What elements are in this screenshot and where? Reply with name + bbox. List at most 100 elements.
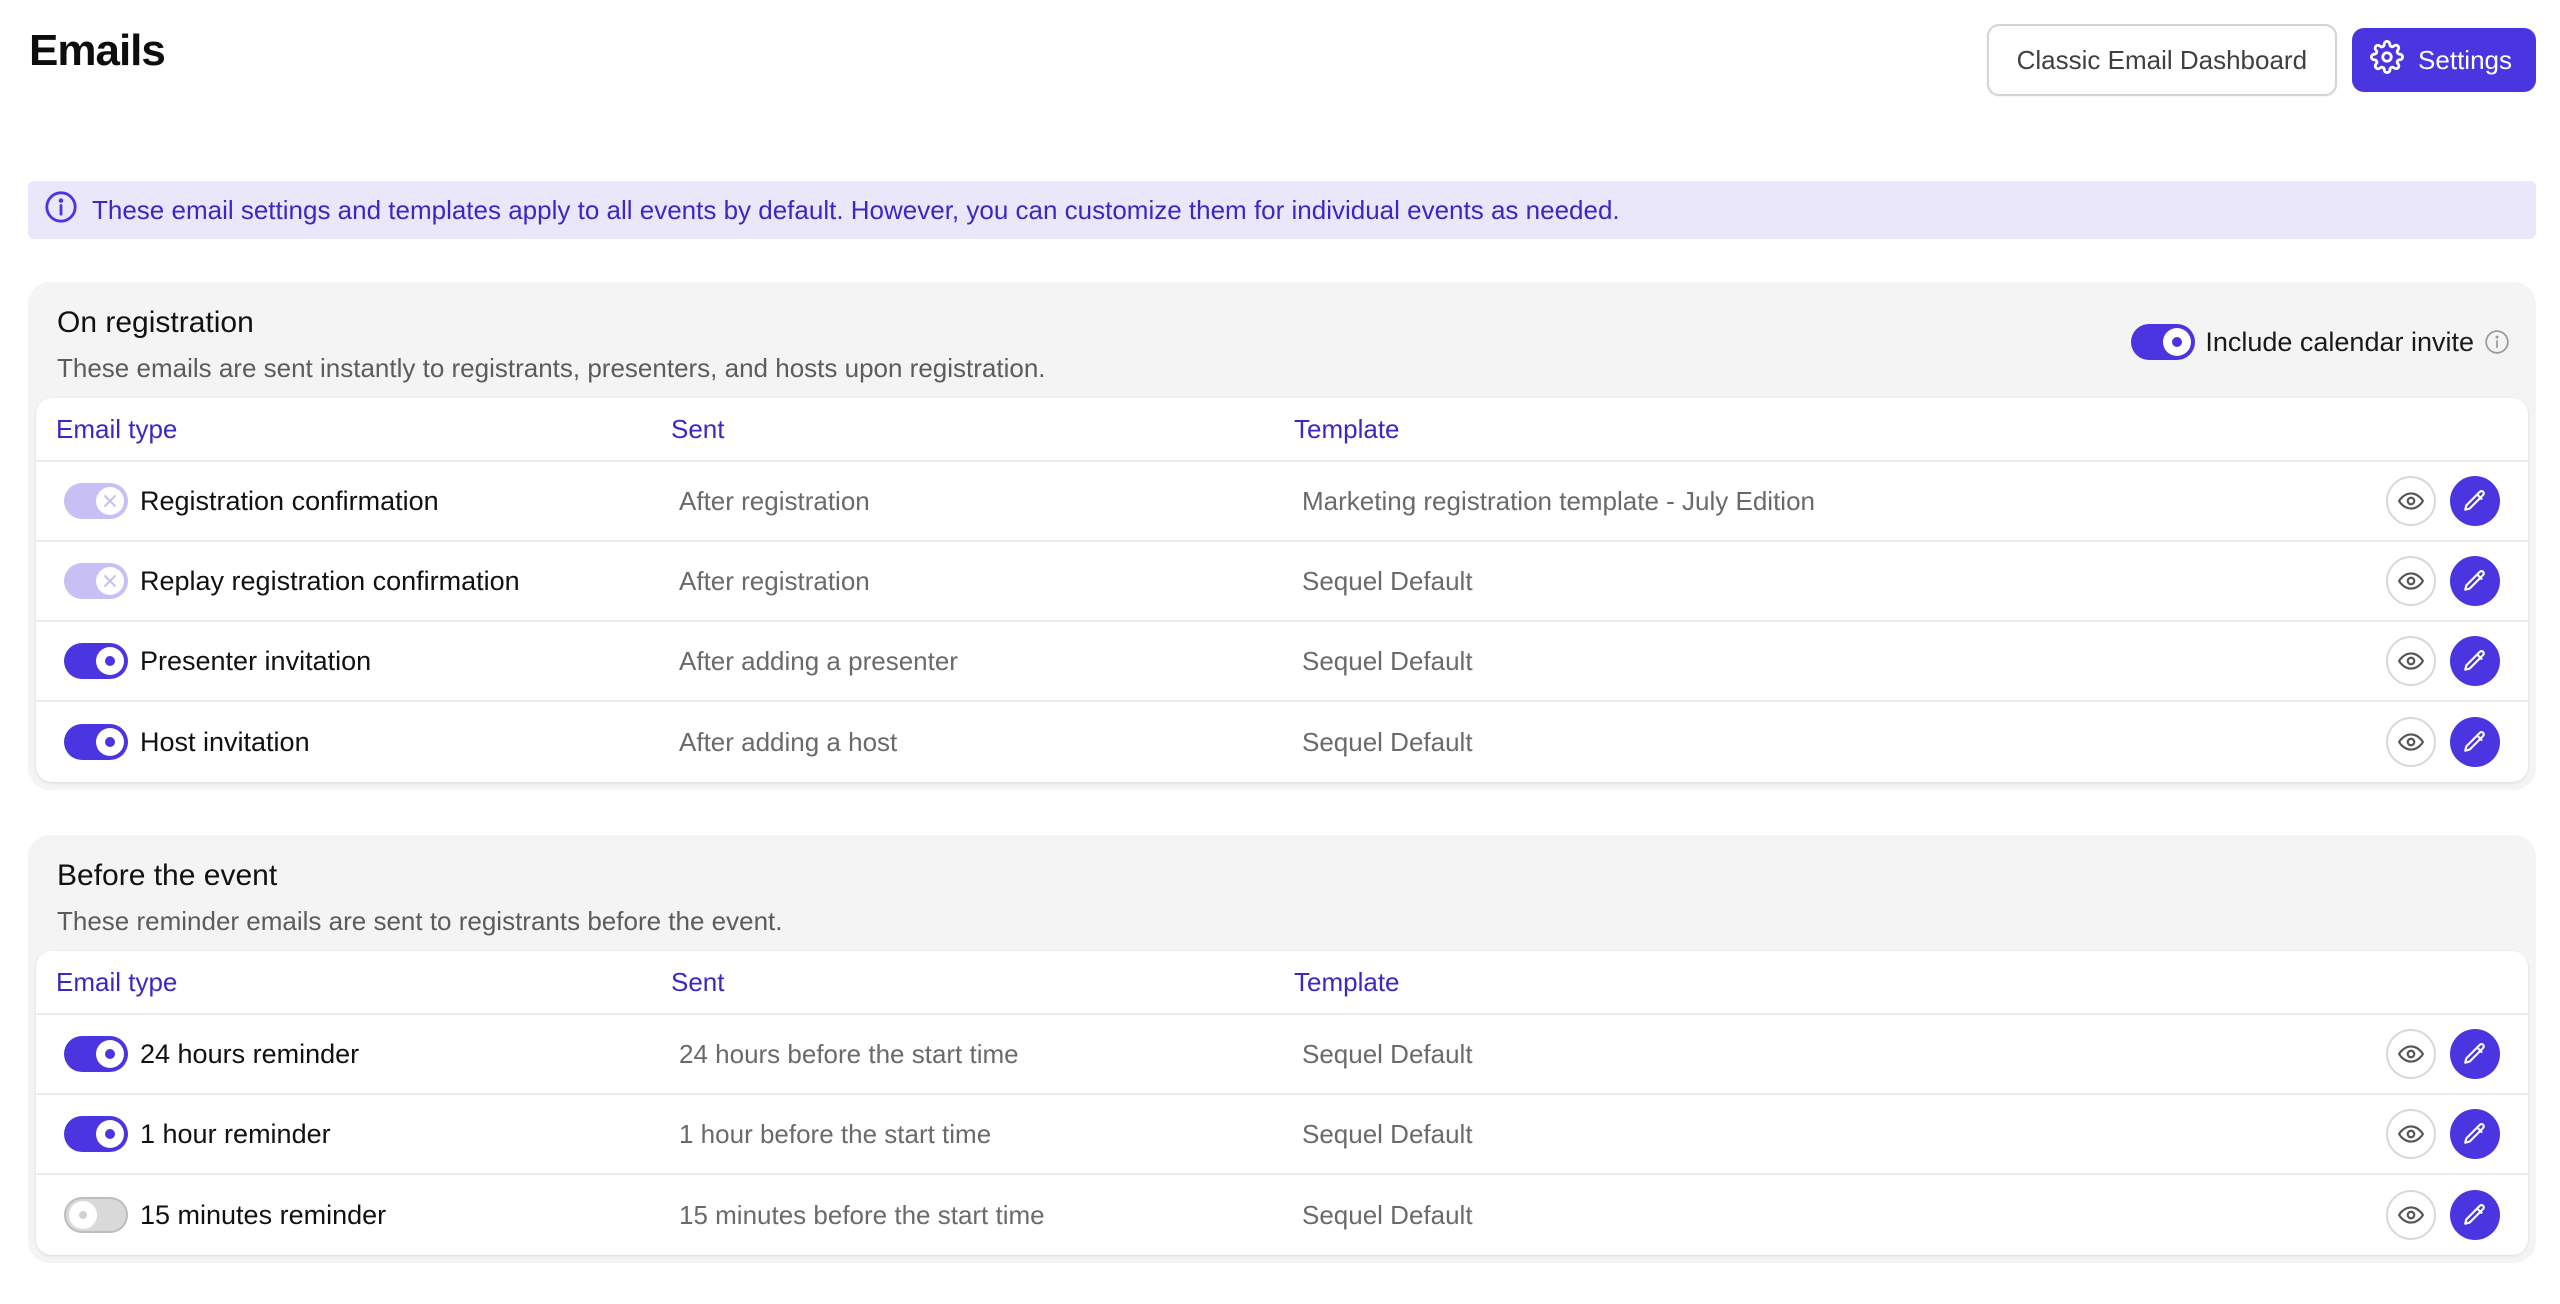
table-row: 1 hour reminder 1 hour before the start t…: [36, 1095, 2528, 1175]
pencil-icon: [2462, 1202, 2488, 1228]
table-row: Registration confirmation After registrat…: [36, 462, 2528, 542]
table-row: 24 hours reminder 24 hours before the sta…: [36, 1015, 2528, 1095]
email-enabled-toggle: [64, 563, 128, 599]
edit-button[interactable]: [2450, 636, 2500, 686]
column-template: Template: [1294, 966, 1400, 997]
section-header: Before the event These reminder emails a…: [28, 835, 2536, 951]
sent-cell: 1 hour before the start time: [679, 1118, 992, 1149]
column-template: Template: [1294, 413, 1400, 444]
template-cell: Marketing registration template - July E…: [1302, 485, 1816, 516]
section-subtitle: These reminder emails are sent to regist…: [57, 906, 783, 936]
row-actions: [2386, 1190, 2500, 1240]
x-icon: [96, 487, 124, 515]
email-type-cell: Host invitation: [64, 724, 310, 760]
email-enabled-toggle[interactable]: [64, 724, 128, 760]
preview-button[interactable]: [2386, 1029, 2436, 1079]
edit-button[interactable]: [2450, 556, 2500, 606]
template-cell: Sequel Default: [1302, 1199, 1473, 1230]
gear-icon: [2370, 39, 2404, 81]
column-sent: Sent: [671, 966, 725, 997]
email-type-cell: Replay registration confirmation: [64, 563, 520, 599]
table-body: Registration confirmation After registrat…: [36, 462, 2528, 782]
email-type-cell: 1 hour reminder: [64, 1116, 331, 1152]
sent-cell: 24 hours before the start time: [679, 1038, 1019, 1069]
pencil-icon: [2462, 729, 2488, 755]
column-email-type: Email type: [56, 966, 178, 997]
info-circle-icon[interactable]: [2484, 329, 2510, 355]
pencil-icon: [2462, 488, 2488, 514]
sent-cell: After registration: [679, 485, 870, 516]
info-banner: These email settings and templates apply…: [28, 181, 2536, 239]
calendar-invite-toggle[interactable]: [2131, 324, 2196, 360]
email-enabled-toggle[interactable]: [64, 1116, 128, 1152]
eye-icon: [2398, 1121, 2424, 1147]
email-type-label: 15 minutes reminder: [140, 1199, 387, 1230]
emails-table: Email type Sent Template 24 hours remind…: [36, 951, 2528, 1255]
template-cell: Sequel Default: [1302, 726, 1473, 757]
pencil-icon: [2462, 568, 2488, 594]
pencil-icon: [2462, 1041, 2488, 1067]
calendar-invite-label: Include calendar invite: [2205, 326, 2474, 357]
email-type-cell: Registration confirmation: [64, 483, 439, 519]
email-type-label: 24 hours reminder: [140, 1038, 360, 1069]
preview-button[interactable]: [2386, 556, 2436, 606]
row-actions: [2386, 636, 2500, 686]
settings-button[interactable]: Settings: [2352, 28, 2536, 92]
email-type-cell: 15 minutes reminder: [64, 1197, 386, 1233]
section-before-event: Before the event These reminder emails a…: [28, 835, 2536, 1263]
header-actions: Classic Email Dashboard Settings: [1986, 24, 2536, 96]
eye-icon: [2398, 1041, 2424, 1067]
email-type-cell: Presenter invitation: [64, 643, 371, 679]
table-row: Host invitation After adding a host Sequel…: [36, 702, 2528, 782]
email-type-label: Presenter invitation: [140, 645, 372, 676]
table-header: Email type Sent Template: [36, 951, 2528, 1015]
email-type-label: Host invitation: [140, 726, 310, 757]
sent-cell: After adding a presenter: [679, 645, 958, 676]
classic-email-dashboard-button[interactable]: Classic Email Dashboard: [1986, 24, 2338, 96]
eye-icon: [2398, 488, 2424, 514]
info-banner-text: These email settings and templates apply…: [92, 194, 1620, 225]
edit-button[interactable]: [2450, 1029, 2500, 1079]
column-sent: Sent: [671, 413, 725, 444]
table-body: 24 hours reminder 24 hours before the sta…: [36, 1015, 2528, 1255]
template-cell: Sequel Default: [1302, 1118, 1473, 1149]
email-type-label: Replay registration confirmation: [140, 565, 520, 596]
info-circle-icon: [44, 190, 78, 231]
email-type-label: 1 hour reminder: [140, 1118, 331, 1149]
row-actions: [2386, 1029, 2500, 1079]
calendar-invite-control: Include calendar invite: [2131, 324, 2510, 360]
template-cell: Sequel Default: [1302, 1038, 1473, 1069]
email-enabled-toggle[interactable]: [64, 643, 128, 679]
section-title: Before the event: [57, 859, 278, 892]
preview-button[interactable]: [2386, 476, 2436, 526]
preview-button[interactable]: [2386, 717, 2436, 767]
edit-button[interactable]: [2450, 476, 2500, 526]
x-icon: [96, 567, 124, 595]
section-header: On registration These emails are sent in…: [28, 282, 2536, 398]
preview-button[interactable]: [2386, 636, 2436, 686]
emails-page: Emails Classic Email Dashboard Settings …: [0, 0, 2560, 1304]
email-enabled-toggle: [64, 483, 128, 519]
section-on-registration: On registration These emails are sent in…: [28, 282, 2536, 790]
email-type-label: Registration confirmation: [140, 485, 439, 516]
preview-button[interactable]: [2386, 1109, 2436, 1159]
template-cell: Sequel Default: [1302, 565, 1473, 596]
eye-icon: [2398, 1202, 2424, 1228]
eye-icon: [2398, 729, 2424, 755]
table-row: 15 minutes reminder 15 minutes before the…: [36, 1175, 2528, 1255]
edit-button[interactable]: [2450, 717, 2500, 767]
row-actions: [2386, 556, 2500, 606]
eye-icon: [2398, 568, 2424, 594]
email-enabled-toggle[interactable]: [64, 1197, 128, 1233]
column-email-type: Email type: [56, 413, 178, 444]
preview-button[interactable]: [2386, 1190, 2436, 1240]
sent-cell: After adding a host: [679, 726, 898, 757]
sent-cell: After registration: [679, 565, 870, 596]
table-row: Presenter invitation After adding a prese…: [36, 622, 2528, 702]
row-actions: [2386, 476, 2500, 526]
table-header: Email type Sent Template: [36, 398, 2528, 462]
email-enabled-toggle[interactable]: [64, 1036, 128, 1072]
page-title: Emails: [29, 26, 166, 75]
edit-button[interactable]: [2450, 1109, 2500, 1159]
edit-button[interactable]: [2450, 1190, 2500, 1240]
